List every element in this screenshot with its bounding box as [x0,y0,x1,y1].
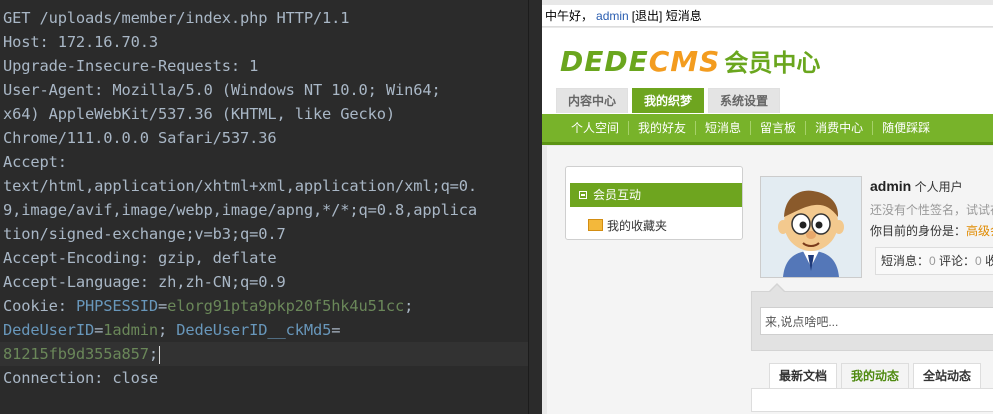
stat-more-label[interactable]: 收藏 [982,254,993,268]
post-input[interactable]: 来,说点啥吧... [760,307,993,335]
header-cookie-cont: DedeUserID=1admin; DedeUserID__ckMd5= [3,321,341,339]
browser-render-pane: 中午好， admin [退出] 短消息 DEDECMS 会员中心 内容中心 我的织梦 … [542,0,993,414]
divider-rule [528,0,529,414]
nav-random-visit[interactable]: 随便踩踩 [873,114,939,142]
http-request-editor[interactable]: GET /uploads/member/index.php HTTP/1.1 H… [0,0,528,414]
folder-icon [588,219,603,231]
header-accept-language: Accept-Language: zh,zh-CN;q=0.9 [3,273,286,291]
cartoon-avatar-icon [761,177,861,277]
header-upgrade-insecure: Upgrade-Insecure-Requests: 1 [3,57,259,75]
sidebar-item-favorites[interactable]: 我的收藏夹 [588,217,667,235]
profile-identity: 你目前的身份是：高级会 [870,224,993,238]
dedecms-logo[interactable]: DEDECMS 会员中心 [560,43,820,79]
profile-signature[interactable]: 还没有个性签名，试试在 [870,201,993,218]
sub-nav: 个人空间 我的好友 短消息 留言板 消费中心 随便踩踩 [542,114,993,145]
header-accept-value: 9,image/avif,image/webp,image/apng,*/*;q… [3,201,478,219]
nav-guestbook[interactable]: 留言板 [751,114,805,142]
tab-my-activity[interactable]: 我的动态 [841,363,910,388]
stat-sms-value: 0 [929,254,936,268]
cookie-dedeuserid-value: 1admin [103,321,158,339]
header-accept: Accept: [3,153,67,171]
header-cookie: Cookie: PHPSESSID=elorg91pta9pkp20f5hk4u… [3,297,414,315]
tab-my-dede[interactable]: 我的织梦 [632,88,705,113]
nav-short-messages[interactable]: 短消息 [696,114,750,142]
header-user-agent-cont: Chrome/111.0.0.0 Safari/537.36 [3,129,277,147]
stat-comment-label[interactable]: 评论： [936,254,975,268]
header-accept-encoding: Accept-Encoding: gzip, deflate [3,249,277,267]
site-header: DEDECMS 会员中心 内容中心 我的织梦 系统设置 [542,28,993,114]
tab-content-center[interactable]: 内容中心 [556,88,629,113]
nav-my-friends[interactable]: 我的好友 [629,114,695,142]
cookie-phpsessid-value: elorg91pta9pkp20f5hk4u51cc [167,297,405,315]
nav-consumption[interactable]: 消费中心 [806,114,872,142]
header-cookie-cont: 81215fb9d355a857; [3,345,160,364]
tab-latest-docs[interactable]: 最新文档 [769,363,838,388]
header-host: Host: 172.16.70.3 [3,33,158,51]
header-connection: Connection: close [3,369,158,387]
member-main: 会员互动 我的收藏夹 admin 个人用户 还没有个性签名，试试在 你目前的身份… [547,146,993,414]
request-line: GET /uploads/member/index.php HTTP/1.1 [3,9,350,27]
stat-comment-value: 0 [975,254,982,268]
tab-site-activity[interactable]: 全站动态 [913,363,982,388]
main-tabs: 内容中心 我的织梦 系统设置 [556,88,784,114]
header-accept-value: tion/signed-exchange;v=b3;q=0.7 [3,225,286,243]
profile-info: admin 个人用户 还没有个性签名，试试在 你目前的身份是：高级会 [870,178,993,239]
profile-type: 个人用户 [914,180,963,194]
cookie-ckmd5-value: 81215fb9d355a857 [3,345,149,363]
stat-sms-label[interactable]: 短消息： [881,254,929,268]
feed-list [751,389,993,412]
sidebar-item-member-interaction[interactable]: 会员互动 [570,183,742,207]
stats-wrapper: 短消息：0 评论：0 收藏 [870,244,993,276]
nav-personal-space[interactable]: 个人空间 [542,114,628,142]
messages-link[interactable]: 短消息 [666,9,702,23]
username-link[interactable]: admin [596,9,629,23]
header-accept-value: text/html,application/xhtml+xml,applicat… [3,177,478,195]
feed-tabs: 最新文档 我的动态 全站动态 [769,363,985,389]
header-user-agent-cont: x64) AppleWebKit/537.36 (KHTML, like Gec… [3,105,395,123]
top-bar: 中午好， admin [退出] 短消息 [542,5,993,27]
bubble-arrow-inner [769,285,785,293]
pane-divider[interactable] [528,0,542,414]
greeting: 中午好， [545,9,594,23]
header-user-agent: User-Agent: Mozilla/5.0 (Windows NT 10.0… [3,81,441,99]
avatar[interactable] [760,176,862,278]
collapse-icon [579,191,587,199]
profile-stats: 短消息：0 评论：0 收藏 [875,247,993,275]
sidebar-menu: 会员互动 我的收藏夹 [565,166,743,240]
post-box: 来,说点啥吧... [751,283,993,351]
profile-name[interactable]: admin [870,178,911,194]
tab-system-settings[interactable]: 系统设置 [708,88,781,113]
text-caret [158,345,160,364]
logout-link[interactable]: [退出] [632,9,663,23]
